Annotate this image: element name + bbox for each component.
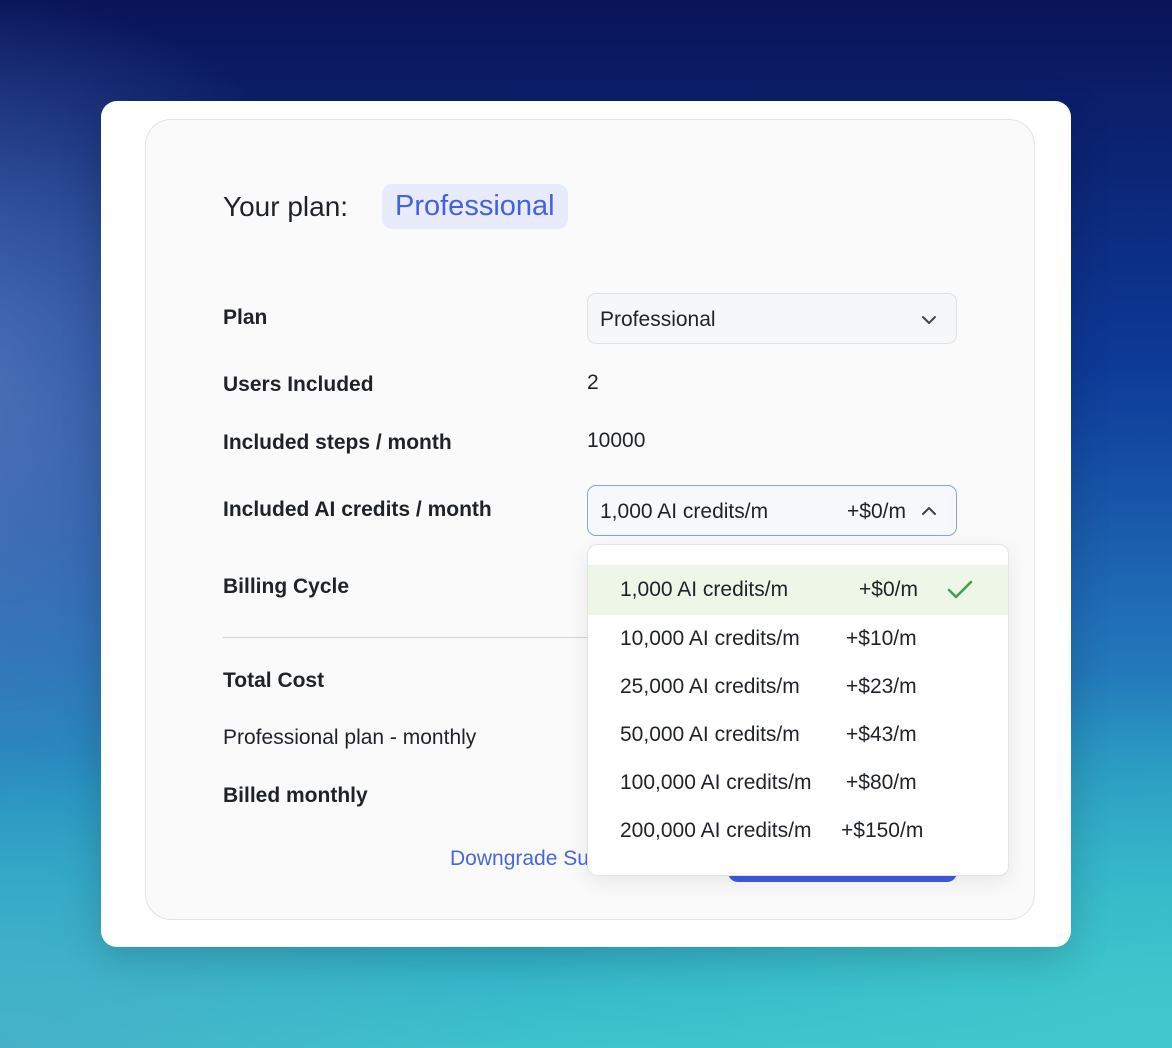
your-plan-label: Your plan: [223, 191, 349, 222]
option-price: +$150/m [841, 819, 924, 842]
current-plan-badge: Professional [382, 184, 568, 229]
plan-select[interactable]: Professional [587, 293, 957, 344]
users-included-value: 2 [587, 371, 599, 394]
ai-credits-select[interactable]: 1,000 AI credits/m +$0/m [587, 485, 957, 536]
option-price: +$23/m [846, 675, 917, 698]
total-cost-label: Total Cost [223, 669, 325, 692]
dropdown-option[interactable]: 25,000 AI credits/m +$23/m [588, 663, 1008, 711]
option-label: 50,000 AI credits/m [620, 723, 800, 746]
chevron-down-icon [922, 316, 936, 324]
option-label: 200,000 AI credits/m [620, 819, 812, 842]
ai-credits-select-price: +$0/m [847, 500, 906, 523]
dropdown-option[interactable]: 200,000 AI credits/m +$150/m [588, 807, 1008, 855]
plan-select-value: Professional [600, 308, 716, 331]
included-steps-label: Included steps / month [223, 431, 452, 454]
ai-credits-label: Included AI credits / month [223, 498, 492, 521]
option-label: 1,000 AI credits/m [620, 578, 789, 601]
downgrade-subscription-link[interactable]: Downgrade Su [450, 846, 589, 872]
billed-monthly-label: Billed monthly [223, 784, 368, 807]
option-price: +$10/m [846, 627, 917, 650]
plan-label: Plan [223, 306, 268, 329]
users-included-label: Users Included [223, 373, 374, 396]
option-price: +$80/m [846, 771, 917, 794]
chevron-up-icon [922, 507, 936, 515]
check-icon [947, 580, 973, 599]
option-label: 25,000 AI credits/m [620, 675, 800, 698]
option-label: 10,000 AI credits/m [620, 627, 800, 650]
dropdown-option[interactable]: 10,000 AI credits/m +$10/m [588, 615, 1008, 663]
option-label: 100,000 AI credits/m [620, 771, 812, 794]
billing-cycle-label: Billing Cycle [223, 575, 350, 598]
option-price: +$0/m [859, 578, 918, 601]
ai-credits-select-value: 1,000 AI credits/m [600, 500, 769, 523]
included-steps-value: 10000 [587, 429, 646, 452]
plan-line-label: Professional plan - monthly [223, 726, 477, 749]
dropdown-option[interactable]: 1,000 AI credits/m +$0/m [588, 565, 1008, 615]
ai-credits-dropdown: 1,000 AI credits/m +$0/m 10,000 AI credi… [587, 544, 1009, 876]
dropdown-option[interactable]: 50,000 AI credits/m +$43/m [588, 711, 1008, 759]
option-price: +$43/m [846, 723, 917, 746]
dropdown-option[interactable]: 100,000 AI credits/m +$80/m [588, 759, 1008, 807]
